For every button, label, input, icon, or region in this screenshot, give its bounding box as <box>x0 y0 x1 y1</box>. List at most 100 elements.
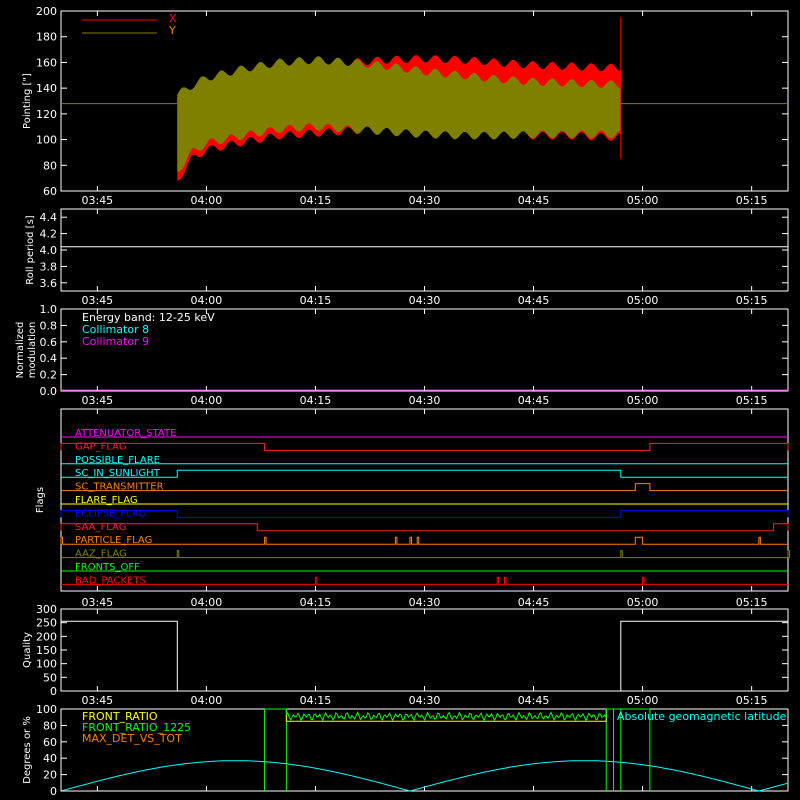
y-tick-label: 180 <box>36 31 57 44</box>
x-tick-label: 05:15 <box>736 294 768 307</box>
y-tick-label: 4.0 <box>40 244 58 257</box>
x-tick-label: 05:00 <box>627 596 659 609</box>
x-tick-label: 05:00 <box>627 394 659 407</box>
flags-y-axis-label: Flags <box>35 487 46 513</box>
x-tick-label: 05:15 <box>736 694 768 707</box>
quality-panel: 050100150200250300 03:45 04:00 04:15 04:30 0… <box>22 603 789 707</box>
pointing-data <box>61 17 788 181</box>
geomagnetic-latitude-annotation: Absolute geomagnetic latitude <box>617 710 787 723</box>
y-tick-label: 200 <box>36 5 57 18</box>
y-tick-label: 0 <box>50 685 57 698</box>
front-ratio-1225-line <box>264 708 650 722</box>
x-tick-label: 03:45 <box>81 596 113 609</box>
x-tick-label: 04:45 <box>518 394 550 407</box>
x-tick-label: 04:15 <box>300 194 332 207</box>
roll-frame <box>60 208 789 292</box>
ratio-panel: 020406080100 FRONT_RATIO FRONT_RATIO_122… <box>22 703 789 798</box>
x-tick-label: 05:15 <box>736 194 768 207</box>
x-tick-label: 04:15 <box>300 394 332 407</box>
quality-line <box>61 620 788 692</box>
modulation-y-axis-label-line1: Normalized <box>15 322 26 379</box>
x-tick-label: 05:00 <box>627 194 659 207</box>
y-tick-label: 0 <box>50 785 57 798</box>
figure-canvas: 6080100120140160180200 03:45 04:00 04:15 04… <box>15 5 790 798</box>
y-tick-label: 1.0 <box>40 303 58 316</box>
y-tick-label: 120 <box>36 108 57 121</box>
y-tick-label: 50 <box>43 671 57 684</box>
y-tick-label: 0.4 <box>40 352 58 365</box>
y-tick-label: 100 <box>36 134 57 147</box>
flag-trace <box>60 523 789 532</box>
x-tick-label: 05:00 <box>627 694 659 707</box>
y-tick-label: 100 <box>36 703 57 716</box>
x-tick-label: 04:00 <box>191 394 223 407</box>
x-tick-label: 04:30 <box>409 194 441 207</box>
x-tick-label: 04:15 <box>300 694 332 707</box>
y-tick-label: 40 <box>43 752 57 765</box>
x-tick-label: 04:30 <box>409 694 441 707</box>
y-tick-label: 80 <box>43 719 57 732</box>
y-tick-label: 4.2 <box>40 228 58 241</box>
flag-trace <box>60 442 789 451</box>
ratio-legend-max-det: MAX_DET_VS_TOT <box>82 732 182 745</box>
y-tick-label: 60 <box>43 185 57 198</box>
y-tick-label: 4.4 <box>40 211 58 224</box>
x-tick-label: 05:15 <box>736 596 768 609</box>
x-tick-label: 04:45 <box>518 596 550 609</box>
x-tick-label: 04:30 <box>409 596 441 609</box>
x-tick-label: 04:00 <box>191 294 223 307</box>
quality-data <box>61 620 788 692</box>
roll-period-panel: 3.6 3.8 4.0 4.2 4.4 03:45 04:00 04:15 04:30 04:4… <box>25 208 789 307</box>
flag-trace <box>61 483 788 492</box>
ratio-y-axis-label: Degrees or % <box>22 716 33 784</box>
x-tick-label: 04:00 <box>191 694 223 707</box>
flag-trace <box>61 576 788 585</box>
y-tick-label: 3.6 <box>40 277 58 290</box>
flag-trace <box>60 536 788 545</box>
quality-y-ticks: 050100150200250300 <box>36 603 788 698</box>
quality-x-ticks: 03:45 04:00 04:15 04:30 04:45 05:00 05:15 <box>81 609 768 707</box>
x-tick-label: 04:45 <box>518 294 550 307</box>
flag-trace <box>60 509 789 518</box>
pointing-panel: 60 80 100 120 140 160 180 200 03:45 04:00 04:15 04… <box>22 5 789 207</box>
roll-x-ticks: 03:45 04:00 04:15 04:30 04:45 05:00 05:15 <box>81 209 768 307</box>
x-tick-label: 04:00 <box>191 194 223 207</box>
pointing-y-axis-label: Pointing ["] <box>22 73 33 129</box>
y-tick-label: 300 <box>36 603 57 616</box>
y-tick-label: 0.8 <box>40 319 58 332</box>
x-tick-label: 04:15 <box>300 596 332 609</box>
y-tick-label: 200 <box>36 630 57 643</box>
y-tick-label: 100 <box>36 658 57 671</box>
modulation-y-axis-label-line2: modulation <box>27 322 38 379</box>
flag-trace <box>61 469 788 478</box>
y-tick-label: 0.2 <box>40 369 58 382</box>
x-tick-label: 04:00 <box>191 596 223 609</box>
y-tick-label: 250 <box>36 617 57 630</box>
y-tick-label: 150 <box>36 644 57 657</box>
y-tick-label: 0.6 <box>40 336 58 349</box>
y-tick-label: 80 <box>43 159 57 172</box>
modulation-panel: 0.0 0.2 0.4 0.6 0.8 1.0 03:45 04:00 04:15 04:30 0… <box>15 303 789 407</box>
y-tick-label: 3.8 <box>40 260 58 273</box>
x-tick-label: 04:45 <box>518 694 550 707</box>
x-tick-label: 03:45 <box>81 194 113 207</box>
flags-x-ticks: 03:45 04:00 04:15 04:30 04:45 05:00 05:15 <box>81 409 768 609</box>
collimator-9-annotation: Collimator 9 <box>82 335 149 348</box>
x-tick-label: 04:30 <box>409 394 441 407</box>
x-tick-label: 05:00 <box>627 294 659 307</box>
flags-data: ATTENUATOR_STATEGAP_FLAGPOSSIBLE_FLARESC… <box>60 428 790 586</box>
roll-y-ticks: 3.6 3.8 4.0 4.2 4.4 <box>40 211 788 290</box>
legend-y-label: Y <box>168 24 176 37</box>
x-tick-label: 04:15 <box>300 294 332 307</box>
y-tick-label: 0.0 <box>40 385 58 398</box>
x-tick-label: 03:45 <box>81 394 113 407</box>
y-tick-label: 60 <box>43 736 57 749</box>
x-tick-label: 05:15 <box>736 394 768 407</box>
x-tick-label: 03:45 <box>81 694 113 707</box>
y-tick-label: 140 <box>36 82 57 95</box>
flags-panel: ATTENUATOR_STATEGAP_FLAGPOSSIBLE_FLARESC… <box>35 408 790 609</box>
x-tick-label: 03:45 <box>81 294 113 307</box>
x-tick-label: 04:45 <box>518 194 550 207</box>
x-tick-label: 04:30 <box>409 294 441 307</box>
y-tick-label: 160 <box>36 56 57 69</box>
